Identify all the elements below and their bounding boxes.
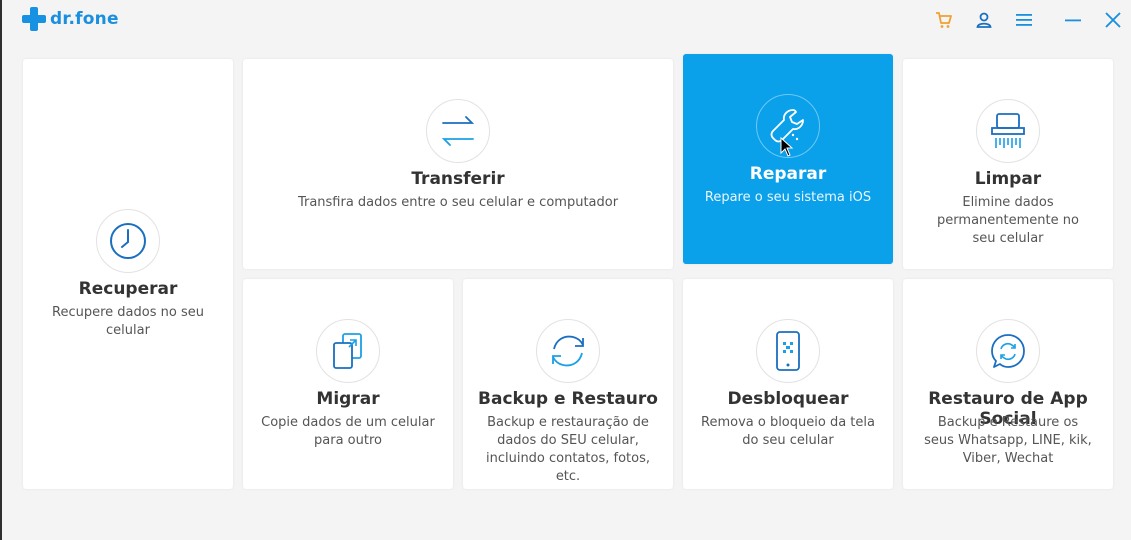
card-description: Remova o bloqueio da tela do seu celular	[701, 415, 875, 448]
card-description: Repare o seu sistema iOS	[704, 190, 872, 205]
card-description: Elimine dados permanentemente no seu cel…	[937, 195, 1079, 246]
chat-restore-icon	[991, 334, 1025, 368]
drfone-cross-icon	[22, 7, 46, 31]
title-bar: dr.fone	[2, 0, 1131, 40]
minimize-icon	[1065, 19, 1081, 22]
card-title: Transferir	[411, 169, 505, 189]
card-description: Copie dados de um celular para outro	[261, 415, 435, 448]
phone-lock-icon	[776, 331, 800, 371]
clock-icon-circle	[96, 209, 160, 273]
phone-copy-icon	[333, 333, 362, 369]
card-recuperar[interactable]: Recuperar Recupere dados no seu celular	[23, 59, 233, 489]
close-icon	[1105, 12, 1121, 28]
card-title: Backup e Restauro	[478, 389, 658, 409]
menu-icon	[1016, 14, 1032, 26]
card-description: Backup e Restaure os seus Whatsapp, LINE…	[924, 415, 1092, 466]
card-description: Backup e restauração de dados do SEU cel…	[485, 415, 651, 484]
card-title: Desbloquear	[727, 389, 849, 409]
account-button[interactable]	[972, 8, 996, 32]
card-description: Recupere dados no seu celular	[52, 305, 204, 338]
card-reparar[interactable]: Reparar Repare o seu sistema iOS	[683, 54, 893, 264]
transfer-arrows-icon	[441, 116, 475, 146]
clock-icon	[110, 223, 146, 259]
card-title: Migrar	[316, 389, 380, 409]
mouse-cursor-icon	[780, 137, 794, 157]
card-migrar[interactable]: Migrar Copie dados de um celular para ou…	[243, 279, 453, 489]
card-desbloquear[interactable]: Desbloquear Remova o bloqueio da tela do…	[683, 279, 893, 489]
unlock-icon-circle	[756, 319, 820, 383]
close-button[interactable]	[1101, 8, 1125, 32]
card-transferir[interactable]: Transferir Transfira dados entre o seu c…	[243, 59, 673, 269]
card-title: Reparar	[749, 164, 827, 184]
card-description: Transfira dados entre o seu celular e co…	[297, 195, 619, 210]
sync-icon	[552, 335, 584, 367]
card-backup[interactable]: Backup e Restauro Backup e restauração d…	[463, 279, 673, 489]
menu-button[interactable]	[1012, 8, 1036, 32]
minimize-button[interactable]	[1061, 8, 1085, 32]
backup-icon-circle	[536, 319, 600, 383]
shredder-icon	[991, 113, 1025, 148]
brand-name: dr.fone	[50, 9, 119, 29]
card-title: Limpar	[974, 169, 1042, 189]
transfer-icon-circle	[426, 99, 490, 163]
cart-button[interactable]	[932, 8, 956, 32]
card-limpar[interactable]: Limpar Elimine dados permanentemente no …	[903, 59, 1113, 269]
card-title: Recuperar	[78, 279, 178, 299]
user-icon	[976, 12, 992, 28]
app-window: dr.fone Recuperar Recupere dados no seu …	[0, 0, 1131, 540]
shredder-icon-circle	[976, 99, 1040, 163]
app-logo: dr.fone	[22, 7, 119, 31]
social-icon-circle	[976, 319, 1040, 383]
migrate-icon-circle	[316, 319, 380, 383]
card-social[interactable]: Restauro de App Social Backup e Restaure…	[903, 279, 1113, 489]
cart-icon	[936, 12, 952, 28]
